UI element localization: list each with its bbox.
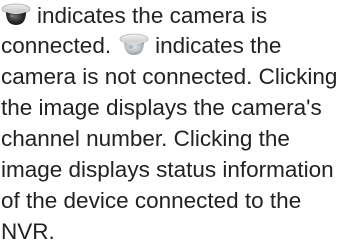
line-2b-text: indicates the	[155, 33, 282, 58]
text-line-8: NVR.	[1, 219, 55, 244]
text-line-3: camera is not connected. Clicking	[1, 64, 338, 89]
text-line-1: indicates the camera is	[1, 1, 267, 31]
text-line-4: the image displays the camera's	[1, 95, 322, 120]
camera-dome-disconnected-icon	[119, 33, 149, 57]
text-line-7: of the device connected to the	[1, 188, 302, 213]
text-line-2: connected. indicates the	[1, 31, 281, 61]
text-line-6: image displays status information	[1, 157, 334, 182]
line-2a-text: connected.	[1, 33, 112, 58]
text-line-5: channel number. Clicking the	[1, 126, 290, 151]
camera-dome-connected-icon	[1, 3, 31, 27]
help-description: indicates the camera is connected. indic…	[0, 0, 361, 251]
line-1-text: indicates the camera is	[37, 3, 268, 28]
